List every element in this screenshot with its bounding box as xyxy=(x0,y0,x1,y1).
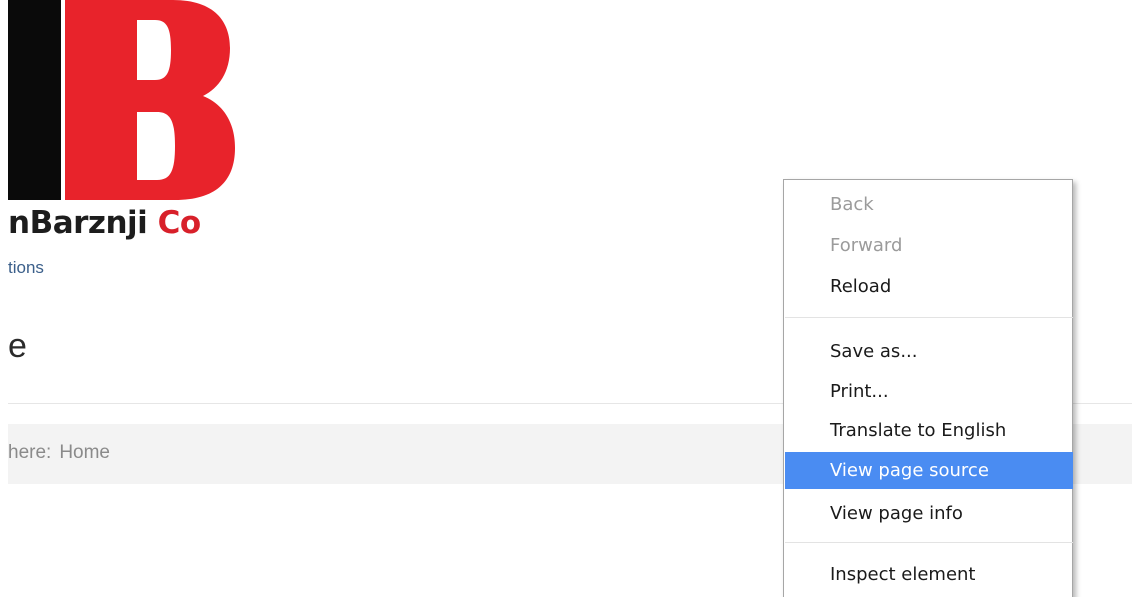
logo-name-co: Co xyxy=(157,205,202,241)
logo-red-b-graphic xyxy=(65,0,235,200)
menu-item-translate[interactable]: Translate to English xyxy=(785,412,1073,449)
menu-item-view-page-source[interactable]: View page source xyxy=(785,452,1073,489)
logo-company-name: nBarznji Co xyxy=(8,205,201,241)
menu-item-save-as[interactable]: Save as... xyxy=(785,333,1073,370)
menu-item-back[interactable]: Back xyxy=(785,186,1073,223)
page-title: e xyxy=(8,327,27,365)
menu-item-reload[interactable]: Reload xyxy=(785,268,1073,305)
menu-separator xyxy=(785,317,1073,318)
context-menu: Back Forward Reload Save as... Print... … xyxy=(783,179,1073,597)
logo-name-main: nBarznji xyxy=(8,205,148,241)
menu-item-forward[interactable]: Forward xyxy=(785,227,1073,264)
browser-page: nBarznji Co tions e here: Home Back Forwa… xyxy=(0,0,1132,597)
menu-item-inspect-element[interactable]: Inspect element xyxy=(785,556,1073,593)
menu-separator xyxy=(785,542,1073,543)
menu-item-print[interactable]: Print... xyxy=(785,373,1073,410)
breadcrumb-prefix: here: xyxy=(8,442,52,463)
logo-black-bar xyxy=(8,0,61,200)
menu-item-view-page-info[interactable]: View page info xyxy=(785,495,1073,532)
logo-tagline: tions xyxy=(8,258,44,277)
breadcrumb-text: here: Home xyxy=(8,442,110,464)
site-logo[interactable]: nBarznji Co tions xyxy=(0,0,260,277)
breadcrumb-home-link[interactable]: Home xyxy=(59,442,110,463)
